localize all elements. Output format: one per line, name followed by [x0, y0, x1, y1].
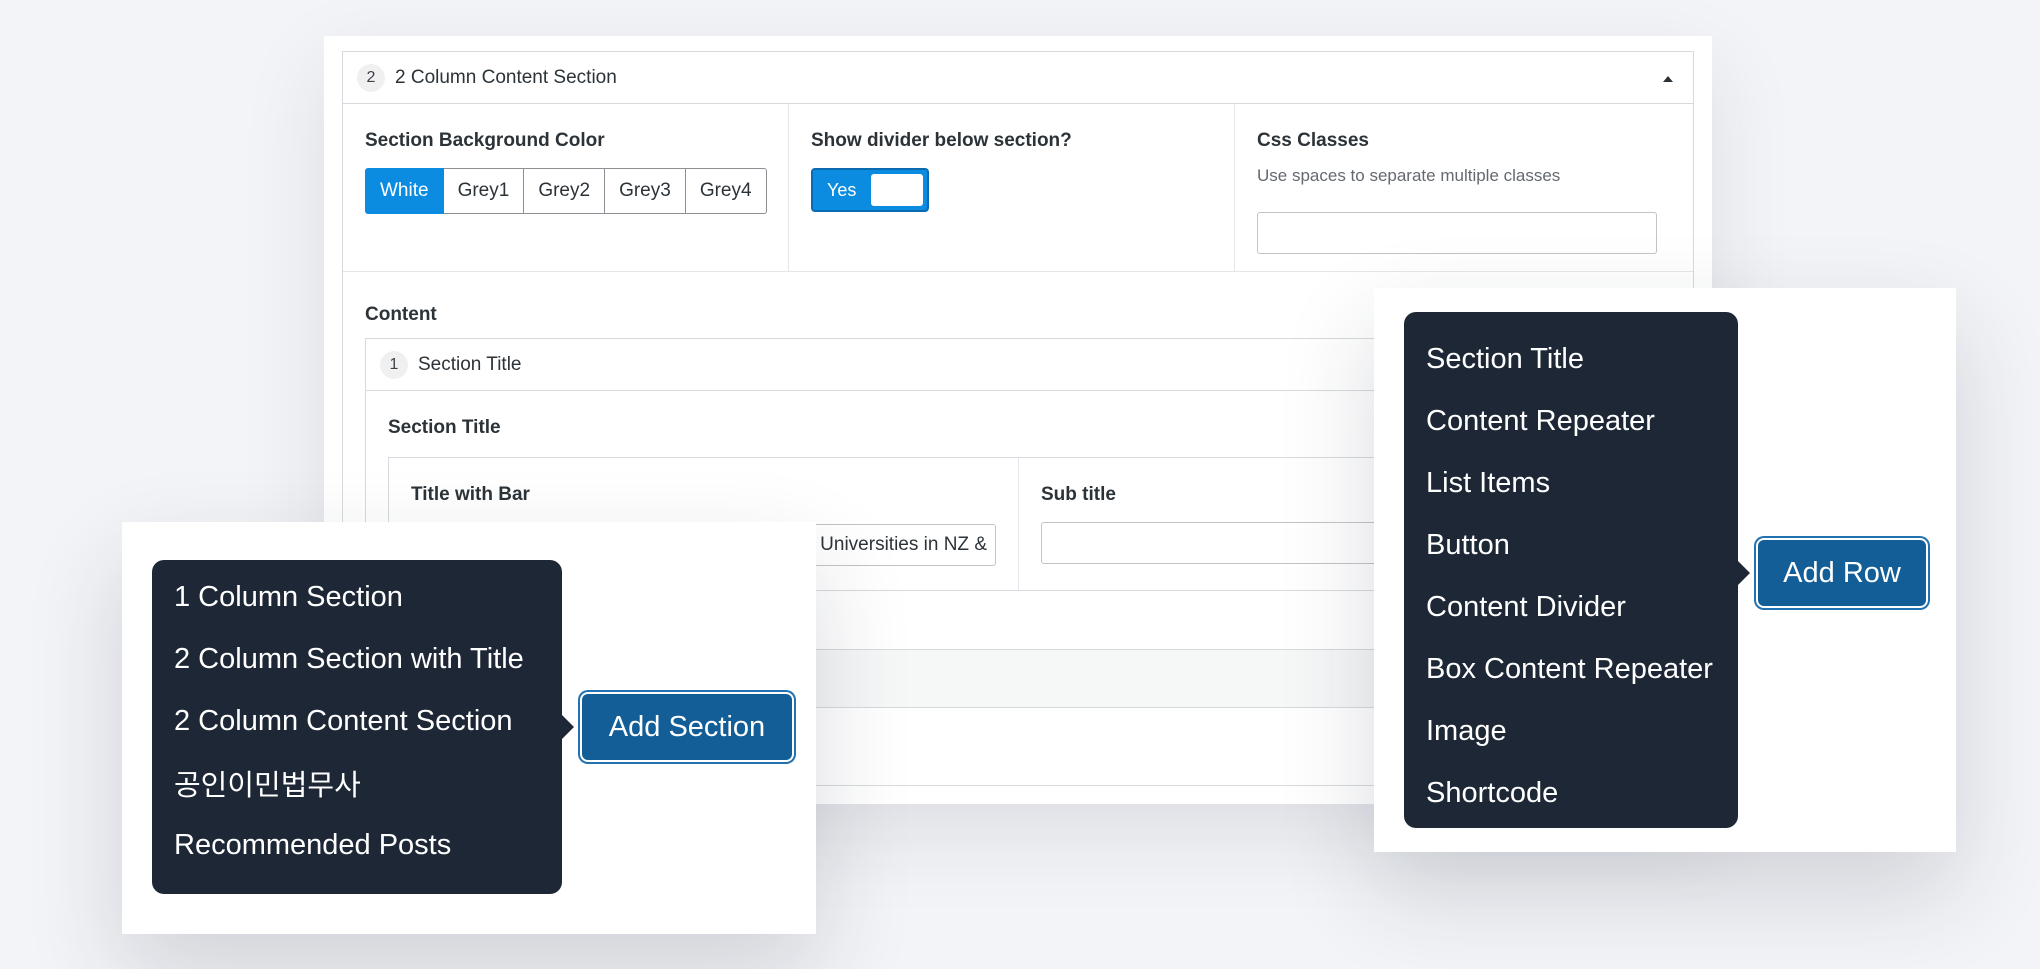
dropdown-pointer-icon: [562, 715, 574, 739]
menu-item-2-column-content-section[interactable]: 2 Column Content Section: [152, 690, 562, 752]
bg-color-button-group: White Grey1 Grey2 Grey3 Grey4: [365, 168, 767, 214]
section-settings-row: Section Background Color White Grey1 Gre…: [343, 104, 1693, 272]
bg-option-grey2[interactable]: Grey2: [524, 168, 606, 214]
add-row-button[interactable]: Add Row: [1758, 540, 1926, 606]
bg-option-grey4[interactable]: Grey4: [685, 168, 767, 214]
add-row-dropdown: Section Title Content Repeater List Item…: [1404, 312, 1738, 828]
divider-field: Show divider below section? Yes: [789, 104, 1235, 271]
toggle-knob: [871, 174, 923, 206]
css-classes-hint: Use spaces to separate multiple classes: [1257, 166, 1561, 185]
bg-option-grey3[interactable]: Grey3: [605, 168, 686, 214]
menu-item-2-column-section-with-title[interactable]: 2 Column Section with Title: [152, 628, 562, 690]
menu-item-korean-immigration[interactable]: 공인이민법무사: [152, 752, 562, 814]
menu-item-image[interactable]: Image: [1404, 700, 1738, 762]
menu-item-content-divider[interactable]: Content Divider: [1404, 576, 1738, 638]
bg-option-grey1[interactable]: Grey1: [443, 168, 525, 214]
row-sub-label: Section Title: [388, 417, 501, 438]
row-title: Section Title: [418, 353, 522, 375]
menu-item-recommended-posts[interactable]: Recommended Posts: [152, 814, 562, 876]
add-section-card: 1 Column Section 2 Column Section with T…: [122, 522, 816, 934]
section-title: 2 Column Content Section: [395, 66, 617, 88]
menu-item-box-content-repeater[interactable]: Box Content Repeater: [1404, 638, 1738, 700]
menu-item-1-column-section[interactable]: 1 Column Section: [152, 566, 562, 628]
menu-item-button[interactable]: Button: [1404, 514, 1738, 576]
section-number-badge: 2: [357, 63, 385, 92]
add-section-dropdown: 1 Column Section 2 Column Section with T…: [152, 560, 562, 894]
bg-option-white[interactable]: White: [365, 168, 444, 214]
bg-color-field: Section Background Color White Grey1 Gre…: [343, 104, 789, 271]
css-classes-input[interactable]: [1257, 212, 1657, 254]
add-section-button[interactable]: Add Section: [582, 694, 792, 760]
divider-toggle[interactable]: Yes: [811, 168, 929, 212]
menu-item-section-title[interactable]: Section Title: [1404, 328, 1738, 390]
menu-item-list-items[interactable]: List Items: [1404, 452, 1738, 514]
add-row-card: Section Title Content Repeater List Item…: [1374, 288, 1956, 852]
dropdown-pointer-icon: [1738, 561, 1750, 585]
css-classes-label: Css Classes: [1257, 130, 1369, 151]
row-number-badge: 1: [380, 350, 408, 379]
content-label: Content: [365, 304, 437, 325]
divider-toggle-label: Yes: [827, 179, 857, 200]
menu-item-shortcode[interactable]: Shortcode: [1404, 762, 1738, 824]
bg-color-label: Section Background Color: [365, 130, 605, 151]
title-with-bar-label: Title with Bar: [411, 484, 530, 505]
section-header[interactable]: 2 2 Column Content Section: [343, 52, 1693, 104]
css-classes-field: Css Classes Use spaces to separate multi…: [1235, 104, 1693, 271]
divider-label: Show divider below section?: [811, 130, 1072, 151]
collapse-caret-icon[interactable]: [1663, 76, 1673, 82]
menu-item-content-repeater[interactable]: Content Repeater: [1404, 390, 1738, 452]
